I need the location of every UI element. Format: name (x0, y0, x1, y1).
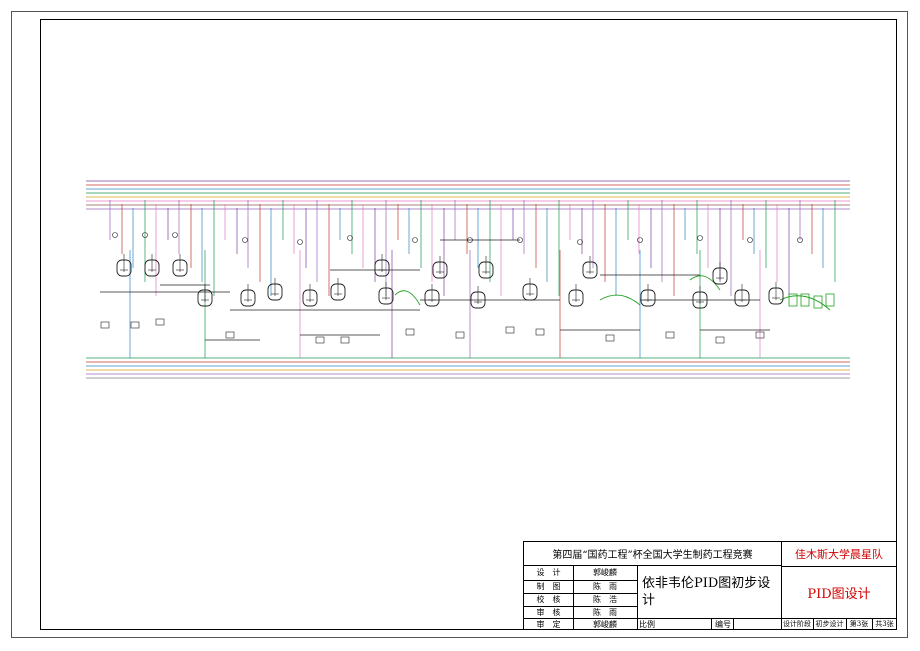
equipment (100, 232, 835, 344)
role-name: 陈 雨 (593, 582, 617, 591)
role-label: 设 计 (536, 568, 561, 577)
sheet-total: 共3张 (875, 620, 894, 628)
pump (535, 328, 545, 336)
filter-unit (813, 295, 823, 309)
footer-pipelines (86, 357, 850, 379)
pump (405, 328, 415, 336)
instrument-bubble (697, 235, 703, 241)
instrument-bubble (637, 237, 643, 243)
utility-pipe (394, 290, 421, 306)
pump (130, 321, 140, 329)
pump (315, 336, 325, 344)
pump (505, 326, 515, 334)
stage-value: 初步设计 (815, 620, 844, 628)
scale-label: 比例 (639, 619, 655, 629)
pump (455, 331, 465, 339)
team-name: 佳木斯大学晨星队 (795, 548, 883, 561)
stage-label: 设计阶段 (783, 620, 811, 628)
instrument-bubble (112, 232, 118, 238)
title-block: 第四届“国药工程”杯全国大学生制药工程竞赛 佳木斯大学晨星队 设 计 郭峻麟 制… (523, 541, 897, 630)
vertical-branch-lines (109, 200, 836, 358)
role-label: 审 核 (536, 607, 561, 617)
instrument-bubble (297, 239, 303, 245)
role-label: 审 定 (536, 619, 561, 629)
drawing-type: PID图设计 (807, 586, 871, 602)
pump (100, 321, 110, 329)
pump (605, 334, 615, 342)
drawing-title: 依非韦伦PID图初步设计 (642, 576, 771, 608)
role-label: 制 图 (536, 582, 561, 591)
utility-pipe (779, 295, 831, 311)
pump (665, 331, 675, 339)
role-name: 陈 雨 (593, 607, 617, 617)
role-label: 校 核 (536, 595, 561, 604)
header-pipelines (86, 180, 850, 210)
instrument-bubble (412, 237, 418, 243)
filter-unit (825, 293, 835, 307)
role-name: 郭峻麟 (593, 619, 617, 629)
pump (715, 336, 725, 344)
process-pipes (100, 239, 831, 341)
instrument-bubble (242, 237, 248, 243)
role-name: 陈 浩 (593, 595, 617, 604)
utility-pipe (599, 294, 641, 306)
competition-title: 第四届“国药工程”杯全国大学生制药工程竞赛 (552, 550, 753, 561)
instrument-bubble (172, 232, 178, 238)
role-name: 郭峻麟 (593, 568, 617, 577)
pump (155, 318, 165, 326)
sheet-number: 第3张 (849, 620, 869, 628)
pump (340, 336, 350, 344)
pump (225, 331, 235, 339)
number-label: 编号 (715, 619, 731, 629)
instrument-bubble (747, 237, 753, 243)
